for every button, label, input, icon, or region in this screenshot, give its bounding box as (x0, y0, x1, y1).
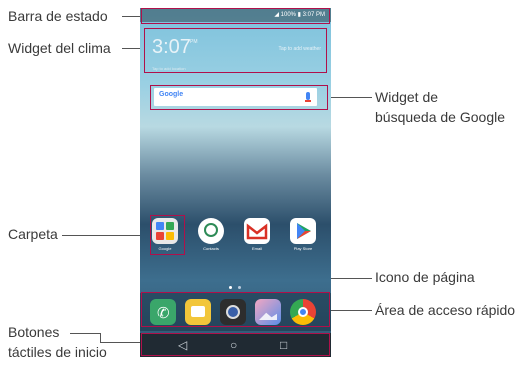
leader-weather-widget (122, 48, 142, 49)
leader-home-buttons-drop (100, 333, 101, 342)
leader-home-buttons-end (100, 342, 140, 343)
leader-home-buttons (70, 333, 100, 334)
leader-quick-access (330, 310, 372, 311)
page-dot[interactable] (238, 286, 241, 289)
app-label-play-store: Play Store (293, 246, 313, 251)
highlight-weather-widget (144, 28, 327, 73)
leader-status-bar (122, 16, 142, 17)
page-dot-active[interactable] (229, 286, 232, 289)
highlight-home-buttons (141, 333, 330, 356)
callout-home-buttons-line2: táctiles de inicio (8, 344, 107, 360)
callout-status-bar: Barra de estado (8, 8, 108, 24)
highlight-quick-access (141, 292, 330, 327)
contacts-icon (204, 223, 218, 237)
callout-page-icon: Icono de página (375, 269, 475, 285)
leader-google-widget (330, 97, 372, 98)
callout-google-widget-line2: búsqueda de Google (375, 109, 505, 125)
callout-quick-access: Área de acceso rápido (375, 302, 516, 318)
callout-home-buttons-line1: Botones (8, 324, 60, 340)
contacts-app[interactable] (198, 218, 224, 244)
callout-folder: Carpeta (8, 226, 58, 242)
highlight-status-bar (141, 8, 330, 24)
highlight-folder (150, 215, 185, 255)
gmail-icon (246, 223, 268, 240)
highlight-google-widget (150, 85, 328, 110)
callout-weather-widget: Widget del clima (8, 40, 111, 56)
email-app[interactable] (244, 218, 270, 244)
app-label-email: Email (251, 246, 262, 251)
leader-folder (62, 235, 150, 236)
app-label-contacts: Contacts (203, 246, 219, 251)
play-store-icon (297, 223, 311, 239)
callout-google-widget-line1: Widget de (375, 89, 439, 105)
play-store-app[interactable] (290, 218, 316, 244)
